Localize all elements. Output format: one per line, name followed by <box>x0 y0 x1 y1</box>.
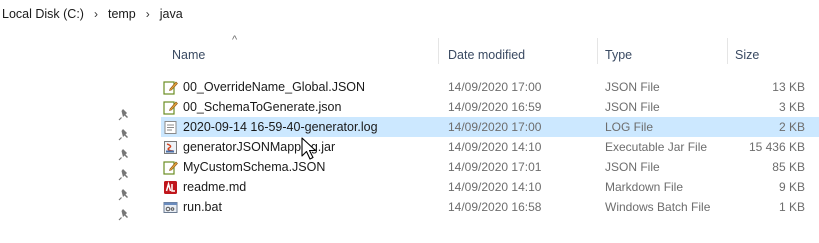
file-type: Executable Jar File <box>605 140 708 154</box>
log-file-icon <box>164 121 177 134</box>
file-size: 9 KB <box>778 180 805 194</box>
file-row[interactable]: generatorJSONMapping.jar 14/09/2020 14:1… <box>0 137 819 161</box>
markdown-file-icon <box>164 181 177 194</box>
column-header-type[interactable]: Type <box>605 48 632 62</box>
sort-ascending-icon: ^ <box>232 34 238 46</box>
file-size: 85 KB <box>772 160 805 174</box>
file-date-modified: 14/09/2020 17:00 <box>448 80 542 94</box>
json-file-icon <box>163 101 178 115</box>
mouse-cursor-icon <box>301 137 317 160</box>
file-row[interactable]: 2020-09-14 16-59-40-generator.log 14/09/… <box>0 117 819 141</box>
breadcrumb-item-temp[interactable]: temp <box>108 7 136 21</box>
column-header-row: ^ Name Date modified Type Size <box>0 28 819 64</box>
file-date-modified: 14/09/2020 14:10 <box>448 180 542 194</box>
file-name[interactable]: 00_SchemaToGenerate.json <box>183 97 341 117</box>
file-type: JSON File <box>605 100 660 114</box>
file-size: 2 KB <box>778 120 805 134</box>
column-divider[interactable] <box>727 38 728 64</box>
file-name[interactable]: 2020-09-14 16-59-40-generator.log <box>183 117 378 137</box>
file-name[interactable]: readme.md <box>183 177 246 197</box>
breadcrumb-item-local-disk[interactable]: Local Disk (C:) <box>2 7 84 21</box>
chevron-right-icon[interactable]: › <box>146 7 150 21</box>
file-type: JSON File <box>605 160 660 174</box>
file-row[interactable]: MyCustomSchema.JSON 14/09/2020 17:01 JSO… <box>0 157 819 181</box>
column-divider[interactable] <box>597 38 598 64</box>
json-file-icon <box>163 81 178 95</box>
file-row[interactable]: run.bat 14/09/2020 16:58 Windows Batch F… <box>0 197 819 221</box>
file-size: 15 436 KB <box>748 140 805 154</box>
breadcrumb: Local Disk (C:) › temp › java <box>0 0 183 28</box>
file-type: JSON File <box>605 80 660 94</box>
column-divider[interactable] <box>438 38 439 64</box>
batch-file-icon <box>163 202 178 213</box>
breadcrumb-item-java[interactable]: java <box>160 7 183 21</box>
column-header-date-modified[interactable]: Date modified <box>448 48 525 62</box>
file-date-modified: 14/09/2020 16:58 <box>448 200 542 214</box>
column-header-size[interactable]: Size <box>735 48 759 62</box>
file-type: Windows Batch File <box>605 200 711 214</box>
json-file-icon <box>163 161 178 175</box>
jar-file-icon <box>164 141 177 154</box>
file-row[interactable]: 00_OverrideName_Global.JSON 14/09/2020 1… <box>0 77 819 97</box>
file-name[interactable]: 00_OverrideName_Global.JSON <box>183 77 365 97</box>
file-date-modified: 14/09/2020 17:00 <box>448 120 542 134</box>
file-date-modified: 14/09/2020 17:01 <box>448 160 542 174</box>
file-row[interactable]: 00_SchemaToGenerate.json 14/09/2020 16:5… <box>0 97 819 121</box>
pin-icon[interactable] <box>118 207 132 221</box>
file-list: 00_OverrideName_Global.JSON 14/09/2020 1… <box>0 77 819 221</box>
file-date-modified: 14/09/2020 16:59 <box>448 100 542 114</box>
chevron-right-icon[interactable]: › <box>94 7 98 21</box>
file-name[interactable]: run.bat <box>183 197 222 217</box>
file-type: LOG File <box>605 120 654 134</box>
file-size: 1 KB <box>778 200 805 214</box>
file-row[interactable]: readme.md 14/09/2020 14:10 Markdown File… <box>0 177 819 201</box>
file-date-modified: 14/09/2020 14:10 <box>448 140 542 154</box>
file-type: Markdown File <box>605 180 684 194</box>
column-header-name[interactable]: Name <box>172 48 205 62</box>
file-size: 3 KB <box>778 100 805 114</box>
file-size: 13 KB <box>772 80 805 94</box>
